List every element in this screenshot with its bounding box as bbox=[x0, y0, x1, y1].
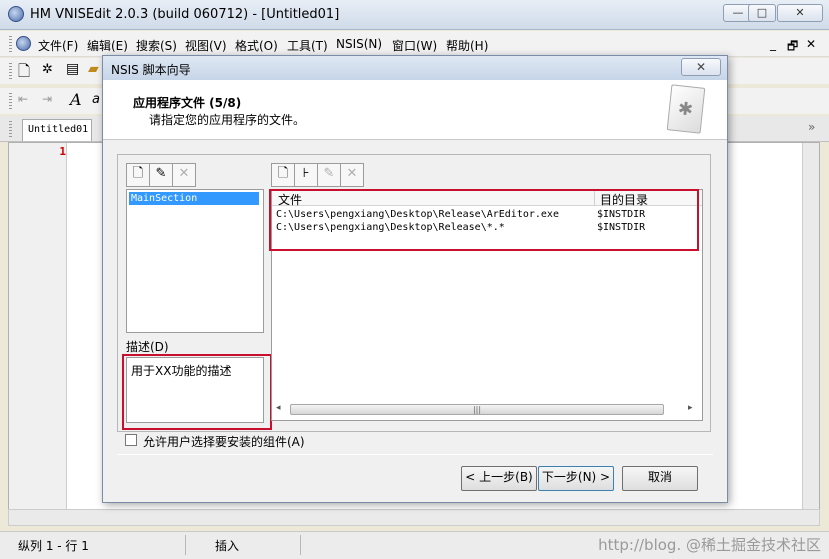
menu-grip bbox=[9, 36, 12, 52]
dialog-separator bbox=[117, 454, 713, 455]
add-directory-button[interactable]: ⊦ bbox=[294, 163, 318, 187]
back-button[interactable]: < 上一步(B) bbox=[461, 466, 537, 491]
delete-section-button[interactable]: ✕ bbox=[172, 163, 196, 187]
edit-file-icon: ✎ bbox=[323, 166, 335, 181]
toolbar-grip bbox=[9, 63, 12, 79]
maximize-button[interactable]: □ bbox=[748, 4, 776, 22]
highlight-box bbox=[122, 354, 272, 430]
section-list[interactable]: MainSection bbox=[126, 189, 264, 333]
line-number: 1 bbox=[59, 145, 66, 158]
status-divider bbox=[185, 535, 186, 555]
wizard-icon[interactable]: ✲ bbox=[42, 62, 53, 77]
cancel-button[interactable]: 取消 bbox=[622, 466, 698, 491]
font-icon[interactable]: A bbox=[70, 90, 82, 109]
tab-scroll-icon[interactable]: » bbox=[808, 120, 815, 134]
delete-file-button[interactable]: ✕ bbox=[340, 163, 364, 187]
allow-component-selection-checkbox[interactable] bbox=[125, 434, 137, 446]
mdi-restore-button[interactable]: 🗗 bbox=[787, 37, 798, 58]
editor-horizontal-scrollbar[interactable] bbox=[8, 509, 820, 526]
window-title: HM VNISEdit 2.0.3 (build 060712) - [Unti… bbox=[30, 7, 340, 22]
description-label: 描述(D) bbox=[126, 340, 169, 354]
menu-search[interactable]: 搜索(S) bbox=[136, 37, 177, 54]
status-divider bbox=[300, 535, 301, 555]
mdi-close-button[interactable]: ✕ bbox=[806, 37, 816, 51]
content-frame: 🗋 ✎ ✕ 🗋 ⊦ ✎ ✕ MainSection 描述(D) 用于XX功能的描… bbox=[117, 154, 711, 432]
font-style-icon[interactable]: a bbox=[92, 92, 100, 107]
dialog-titlebar: NSIS 脚本向导 ✕ bbox=[103, 56, 727, 80]
wizard-document-icon: ✱ bbox=[666, 84, 706, 134]
menu-file[interactable]: 文件(F) bbox=[38, 37, 78, 54]
wizard-header: 应用程序文件 (5/8) 请指定您的应用程序的文件。 ✱ bbox=[103, 80, 727, 140]
dialog-title: NSIS 脚本向导 bbox=[111, 63, 191, 77]
tree-icon: ⊦ bbox=[302, 166, 310, 181]
line-gutter: 1 bbox=[9, 143, 67, 509]
add-section-button[interactable]: 🗋 bbox=[126, 163, 150, 187]
menu-bar: 文件(F) 编辑(E) 搜索(S) 视图(V) 格式(O) 工具(T) NSIS… bbox=[0, 31, 829, 57]
scroll-right-icon[interactable]: ▸ bbox=[688, 403, 693, 413]
outdent-icon[interactable]: ⇤ bbox=[18, 92, 28, 106]
nsis-wizard-dialog: NSIS 脚本向导 ✕ 应用程序文件 (5/8) 请指定您的应用程序的文件。 ✱… bbox=[102, 55, 728, 503]
highlight-box bbox=[269, 189, 699, 251]
step-subtitle: 请指定您的应用程序的文件。 bbox=[149, 113, 306, 127]
open-folder-icon[interactable]: ▰ bbox=[88, 61, 99, 77]
new-file-icon[interactable]: 🗋 bbox=[18, 61, 30, 86]
cursor-position: 纵列 1 - 行 1 bbox=[18, 539, 89, 553]
new-file-icon: 🗋 bbox=[277, 166, 289, 181]
section-item-mainsection[interactable]: MainSection bbox=[129, 192, 259, 205]
new-doc-icon: 🗋 bbox=[132, 166, 144, 181]
close-button[interactable]: ✕ bbox=[777, 4, 823, 22]
add-file-button[interactable]: 🗋 bbox=[271, 163, 295, 187]
menu-help[interactable]: 帮助(H) bbox=[446, 37, 488, 54]
insert-mode: 插入 bbox=[215, 539, 240, 553]
allow-component-selection-label[interactable]: 允许用户选择要安装的组件(A) bbox=[143, 433, 305, 450]
step-title: 应用程序文件 (5/8) bbox=[133, 96, 242, 110]
scroll-left-icon[interactable]: ◂ bbox=[276, 403, 281, 413]
menu-tools[interactable]: 工具(T) bbox=[287, 37, 328, 54]
mdi-minimize-button[interactable]: _ bbox=[770, 37, 776, 51]
dialog-close-button[interactable]: ✕ bbox=[681, 58, 721, 76]
indent-icon[interactable]: ⇥ bbox=[42, 92, 52, 106]
menu-app-icon[interactable] bbox=[16, 36, 31, 51]
tabstrip-grip bbox=[9, 121, 12, 137]
next-button[interactable]: 下一步(N) > bbox=[538, 466, 614, 491]
menu-edit[interactable]: 编辑(E) bbox=[87, 37, 128, 54]
menu-view[interactable]: 视图(V) bbox=[185, 37, 227, 54]
menu-format[interactable]: 格式(O) bbox=[235, 37, 278, 54]
file-list-scrollbar[interactable]: ◂ ||| ▸ bbox=[274, 402, 700, 418]
editor-vertical-scrollbar[interactable] bbox=[802, 143, 819, 509]
delete-icon: ✕ bbox=[346, 166, 358, 181]
edit-doc-icon: ✎ bbox=[155, 166, 167, 181]
scrollbar-thumb[interactable]: ||| bbox=[290, 404, 664, 415]
watermark: http://blog. @稀土掘金技术社区 bbox=[598, 536, 821, 554]
edit-file-button[interactable]: ✎ bbox=[317, 163, 341, 187]
edit-section-button[interactable]: ✎ bbox=[149, 163, 173, 187]
menu-nsis[interactable]: NSIS(N) bbox=[336, 37, 382, 51]
app-icon bbox=[8, 6, 24, 22]
delete-icon: ✕ bbox=[178, 166, 190, 181]
menu-window[interactable]: 窗口(W) bbox=[392, 37, 437, 54]
toolbar-grip bbox=[9, 93, 12, 109]
status-bar: 纵列 1 - 行 1 插入 http://blog. @稀土掘金技术社区 bbox=[0, 531, 829, 559]
template-icon[interactable]: ▤ bbox=[66, 61, 79, 77]
tab-untitled01[interactable]: Untitled01 bbox=[22, 119, 92, 141]
main-titlebar: HM VNISEdit 2.0.3 (build 060712) - [Unti… bbox=[0, 0, 829, 30]
